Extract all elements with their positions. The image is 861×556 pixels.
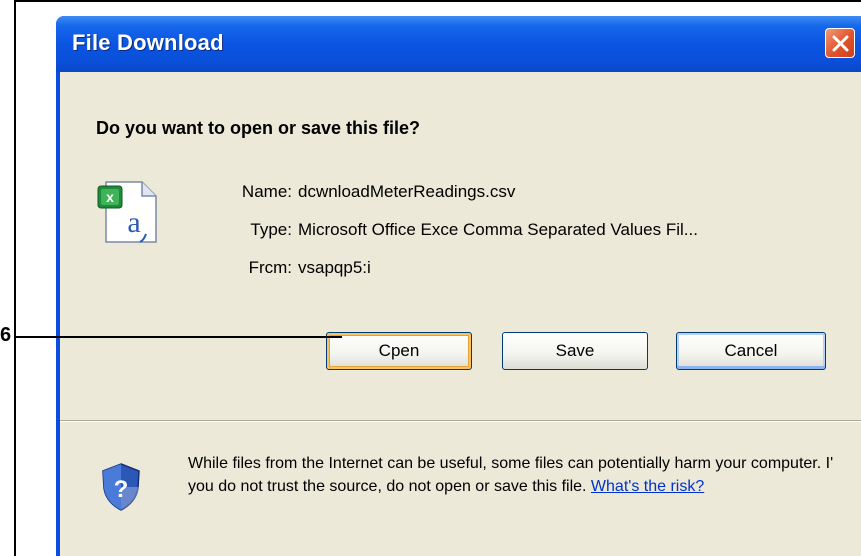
dialog-title: File Download (72, 30, 224, 55)
callout-leader-line (16, 336, 342, 338)
dialog-body: Do you want to open or save this file? x… (60, 72, 861, 556)
file-from-row: Frcm: vsapqp5:i (190, 258, 371, 278)
open-button[interactable]: Cpen (326, 332, 472, 370)
file-type-value: Microsoft Office Exce Comma Separated Va… (298, 220, 698, 239)
file-from-value: vsapqp5:i (298, 258, 371, 277)
screenshot-page: File Download Do you want to open or sav… (0, 0, 861, 556)
file-name-value: dcwnloadMeterReadings.csv (298, 182, 516, 201)
svg-text:a: a (127, 206, 140, 239)
title-bar[interactable]: File Download (56, 16, 861, 72)
close-button[interactable] (825, 28, 855, 58)
file-name-row: Name: dcwnloadMeterReadings.csv (190, 182, 515, 202)
separator (60, 420, 861, 422)
figure-frame-top (14, 0, 861, 2)
figure-frame-left (14, 0, 16, 556)
close-icon (832, 35, 849, 52)
security-shield-icon: ? (102, 463, 140, 511)
security-warning: While files from the Internet can be use… (188, 452, 848, 498)
excel-csv-file-icon: x a (97, 181, 157, 243)
callout-number: 6 (0, 324, 12, 346)
file-download-dialog: File Download Do you want to open or sav… (56, 16, 861, 556)
file-name-label: Name: (241, 182, 292, 201)
dialog-question: Do you want to open or save this file? (96, 118, 421, 138)
file-type-row: Type: Microsoft Office Exce Comma Separat… (190, 220, 698, 240)
save-button[interactable]: Save (502, 332, 648, 370)
whats-the-risk-link[interactable]: What's the risk? (591, 478, 704, 495)
svg-text:x: x (106, 189, 114, 205)
svg-text:?: ? (114, 476, 129, 503)
warning-text: While files from the Internet can be use… (188, 455, 834, 495)
cancel-button[interactable]: Cancel (676, 332, 826, 370)
file-from-label: Frcm: (248, 258, 292, 277)
file-type-label: Type: (250, 220, 292, 239)
